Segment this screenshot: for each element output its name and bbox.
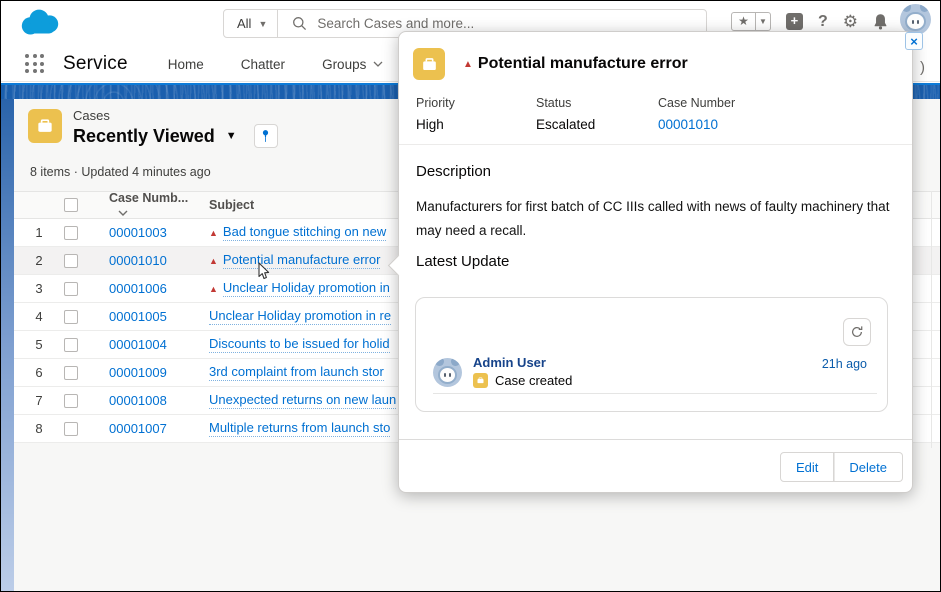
chevron-down-icon	[373, 61, 383, 67]
row-number: 8	[14, 421, 64, 436]
escalated-triangle-icon: ▲	[209, 284, 218, 294]
subject-link[interactable]: Potential manufacture error	[223, 252, 381, 269]
tab-home[interactable]: Home	[168, 57, 204, 72]
row-number: 1	[14, 225, 64, 240]
tab-chatter[interactable]: Chatter	[241, 57, 285, 72]
row-number: 2	[14, 253, 64, 268]
table-column-rule	[931, 191, 932, 448]
row-number: 4	[14, 309, 64, 324]
setup-gear-icon[interactable]: ⚙	[843, 13, 858, 30]
app-name: Service	[63, 53, 128, 75]
column-header-case-number[interactable]: Case Numb...	[109, 191, 188, 205]
header-actions: ★▼ + ? ⚙	[731, 12, 888, 31]
row-number: 3	[14, 281, 64, 296]
case-number-link[interactable]: 00001006	[109, 281, 167, 296]
feed-timestamp[interactable]: 21h ago	[822, 357, 867, 371]
pin-view-button[interactable]	[254, 124, 278, 148]
edit-button[interactable]: Edit	[780, 452, 834, 482]
escalated-triangle-icon: ▲	[209, 256, 218, 266]
favorites-group: ★▼	[731, 12, 771, 31]
popover-divider	[399, 144, 912, 145]
close-icon[interactable]: ×	[905, 32, 923, 50]
feed-action-text: Case created	[495, 373, 572, 388]
page-left-gutter	[1, 99, 14, 591]
favorites-caret-icon[interactable]: ▼	[756, 12, 771, 31]
row-checkbox[interactable]	[64, 422, 78, 436]
delete-button[interactable]: Delete	[834, 452, 903, 482]
field-status: Status Escalated	[536, 96, 595, 132]
search-scope-dropdown[interactable]: All ▼	[224, 10, 278, 37]
row-number: 7	[14, 393, 64, 408]
popover-case-title: Potential manufacture error	[478, 55, 688, 73]
help-icon[interactable]: ?	[818, 13, 828, 31]
subject-link[interactable]: Unclear Holiday promotion in re	[209, 308, 391, 325]
subject-link[interactable]: Bad tongue stitching on new	[223, 224, 386, 241]
subject-link[interactable]: Unexpected returns on new laun	[209, 392, 396, 409]
latest-update-card: Admin User Case created 21h ago	[415, 297, 888, 412]
salesforce-logo-icon[interactable]	[17, 6, 63, 40]
case-object-icon	[413, 48, 445, 80]
escalated-triangle-icon: ▲	[209, 228, 218, 238]
row-checkbox[interactable]	[64, 394, 78, 408]
view-caret-down-icon[interactable]: ▼	[226, 130, 237, 142]
search-icon	[292, 16, 307, 31]
caret-down-icon: ▼	[258, 19, 267, 29]
escalated-triangle-icon: ▲	[463, 59, 473, 70]
case-preview-popover: × ▲ Potential manufacture error Priority…	[398, 31, 913, 493]
case-object-icon	[28, 109, 62, 143]
popover-footer-divider	[399, 439, 912, 440]
field-case-number: Case Number 00001010	[658, 96, 735, 132]
subject-link[interactable]: 3rd complaint from launch stor	[209, 364, 384, 381]
case-number-link[interactable]: 00001008	[109, 393, 167, 408]
description-text: Manufacturers for first batch of CC IIIs…	[416, 195, 900, 243]
list-summary: 8 items · Updated 4 minutes ago	[30, 165, 211, 179]
subject-link[interactable]: Unclear Holiday promotion in	[223, 280, 390, 297]
quick-create-plus-icon[interactable]: +	[786, 13, 803, 30]
case-mini-icon	[473, 373, 488, 388]
latest-update-heading: Latest Update	[416, 253, 509, 270]
case-number-link[interactable]: 00001004	[109, 337, 167, 352]
case-number-link[interactable]: 00001009	[109, 365, 167, 380]
row-checkbox[interactable]	[64, 338, 78, 352]
list-view-selector[interactable]: Recently Viewed	[73, 126, 215, 147]
case-number-link[interactable]: 00001010	[658, 117, 735, 132]
app-launcher-icon[interactable]	[25, 54, 45, 74]
nav-overflow-fragment: )	[920, 59, 925, 76]
description-heading: Description	[416, 163, 491, 180]
row-checkbox[interactable]	[64, 226, 78, 240]
case-number-link[interactable]: 00001003	[109, 225, 167, 240]
tab-groups[interactable]: Groups	[322, 57, 383, 72]
row-checkbox[interactable]	[64, 310, 78, 324]
row-number: 5	[14, 337, 64, 352]
select-all-checkbox[interactable]	[64, 198, 78, 212]
row-checkbox[interactable]	[64, 282, 78, 296]
refresh-button[interactable]	[843, 318, 871, 346]
favorites-star-icon[interactable]: ★	[731, 12, 756, 31]
search-scope-label: All	[237, 16, 251, 31]
entity-label: Cases	[73, 108, 110, 123]
row-checkbox[interactable]	[64, 254, 78, 268]
feed-author-link[interactable]: Admin User	[473, 355, 546, 370]
sort-chevron-icon[interactable]	[118, 210, 128, 216]
subject-link[interactable]: Multiple returns from launch sto	[209, 420, 390, 437]
row-number: 6	[14, 365, 64, 380]
case-number-link[interactable]: 00001005	[109, 309, 167, 324]
screen: All ▼ ★▼ + ? ⚙	[0, 0, 941, 592]
subject-link[interactable]: Discounts to be issued for holid	[209, 336, 390, 353]
case-number-link[interactable]: 00001010	[109, 253, 167, 268]
feed-divider	[433, 393, 877, 394]
case-number-link[interactable]: 00001007	[109, 421, 167, 436]
notifications-bell-icon[interactable]	[873, 13, 888, 30]
feed-avatar[interactable]	[433, 358, 462, 387]
row-checkbox[interactable]	[64, 366, 78, 380]
search-input[interactable]	[307, 16, 706, 31]
field-priority: Priority High	[416, 96, 455, 132]
